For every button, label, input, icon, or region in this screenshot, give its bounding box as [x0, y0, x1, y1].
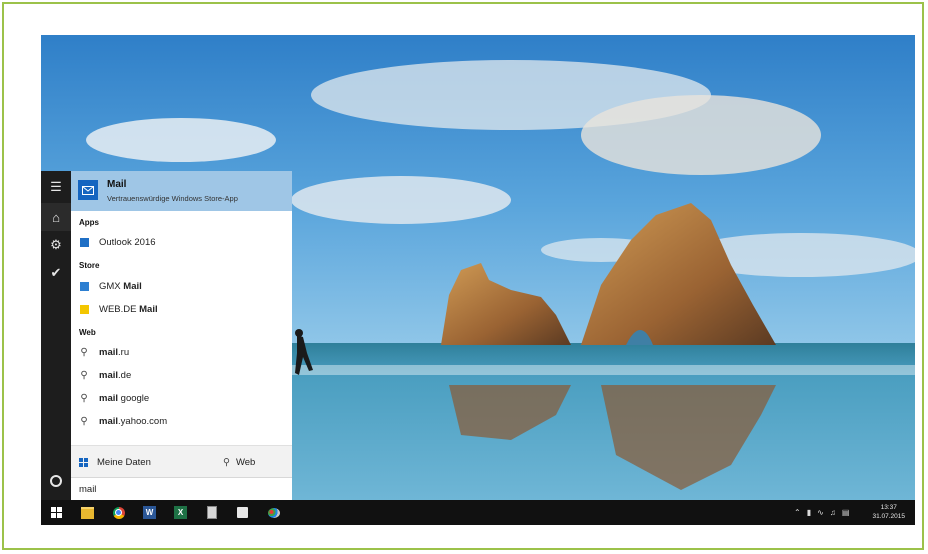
mail-app-icon: [78, 180, 98, 200]
result-label-prefix: GMX: [99, 280, 124, 292]
start-rail: ☰ ⌂ ⚙ ✔: [41, 171, 71, 500]
word-icon[interactable]: W: [141, 504, 158, 521]
search-icon: ⚲: [80, 346, 88, 358]
web-scope-label: Web: [235, 456, 256, 468]
search-icon: ⚲: [223, 456, 230, 468]
web-scope-button[interactable]: ⚲ Web: [223, 446, 255, 478]
section-header-apps: Apps: [79, 218, 99, 227]
hamburger-menu-icon[interactable]: ☰: [41, 173, 71, 201]
taskbar-clock[interactable]: 13:37 31.07.2015: [872, 503, 905, 521]
taskbar: W X ⌃ ▮ ∿ ♫ ▤ 13:37 31.07.2015: [41, 500, 915, 525]
file-explorer-icon[interactable]: [79, 504, 96, 521]
web-result-mail-google[interactable]: ⚲ mail google: [79, 389, 289, 407]
result-label-suffix: .ru: [118, 346, 130, 358]
web-result-mail-ru[interactable]: ⚲ mail .ru: [79, 343, 289, 361]
section-header-store: Store: [79, 261, 100, 270]
result-webde-mail[interactable]: WEB.DE Mail: [79, 300, 289, 318]
settings-gear-icon[interactable]: ⚙: [41, 231, 71, 259]
search-box: [71, 477, 292, 501]
result-label-prefix: WEB.DE: [99, 303, 140, 315]
result-label-bold: Mail: [123, 280, 142, 292]
paint-icon[interactable]: [265, 504, 282, 521]
result-outlook-2016[interactable]: Outlook 2016: [79, 233, 289, 251]
chrome-icon[interactable]: [110, 504, 127, 521]
best-match-subtitle: Vertrauenswürdige Windows Store-App: [107, 194, 238, 203]
desktop-screen: ☰ ⌂ ⚙ ✔ Mail Vertrauenswürdige Windows S…: [41, 35, 915, 525]
result-label-bold: mail: [99, 346, 119, 358]
search-input[interactable]: [77, 483, 281, 496]
calculator-icon[interactable]: [203, 504, 220, 521]
section-header-web: Web: [79, 328, 96, 337]
best-match-title: Mail: [107, 179, 127, 190]
gmx-app-icon: [79, 281, 89, 291]
result-label-suffix: .de: [118, 369, 132, 381]
store-icon[interactable]: [234, 504, 251, 521]
result-label: Outlook 2016: [99, 236, 156, 248]
windows-logo-icon: [79, 457, 88, 467]
search-icon: ⚲: [80, 392, 88, 404]
my-data-button[interactable]: Meine Daten: [79, 446, 151, 478]
clock-date: 31.07.2015: [872, 513, 905, 520]
search-results-panel: Mail Vertrauenswürdige Windows Store-App…: [71, 171, 292, 501]
result-label-bold: mail: [99, 369, 119, 381]
result-gmx-mail[interactable]: GMX Mail: [79, 277, 289, 295]
result-label-bold: mail: [99, 415, 119, 427]
search-scope-row: Meine Daten ⚲ Web: [71, 445, 292, 478]
show-hidden-icons-chevron-icon[interactable]: ⌃: [794, 508, 801, 517]
search-icon: ⚲: [80, 415, 88, 427]
network-icon[interactable]: ∿: [817, 508, 824, 517]
my-data-label: Meine Daten: [97, 456, 151, 468]
best-match-mail[interactable]: Mail Vertrauenswürdige Windows Store-App: [71, 171, 292, 211]
result-label-suffix: .yahoo.com: [118, 415, 168, 427]
clock-time: 13:37: [880, 504, 897, 511]
result-label-suffix: google: [118, 392, 150, 404]
webde-app-icon: [79, 304, 89, 314]
result-label-bold: Mail: [139, 303, 158, 315]
web-result-mail-de[interactable]: ⚲ mail .de: [79, 366, 289, 384]
outlook-icon: [79, 237, 89, 247]
search-icon: ⚲: [80, 369, 88, 381]
system-tray: ⌃ ▮ ∿ ♫ ▤: [794, 500, 855, 525]
excel-icon[interactable]: X: [172, 504, 189, 521]
volume-icon[interactable]: ♫: [830, 508, 836, 517]
windows-start-icon[interactable]: [48, 504, 65, 521]
result-label-bold: mail: [99, 392, 119, 404]
battery-icon[interactable]: ▮: [807, 508, 811, 517]
action-center-icon[interactable]: ▤: [842, 508, 850, 517]
feedback-icon[interactable]: ✔: [41, 259, 71, 287]
home-icon[interactable]: ⌂: [41, 203, 71, 231]
cortana-circle-icon[interactable]: [41, 467, 71, 495]
web-result-mail-yahoo[interactable]: ⚲ mail .yahoo.com: [79, 412, 289, 430]
